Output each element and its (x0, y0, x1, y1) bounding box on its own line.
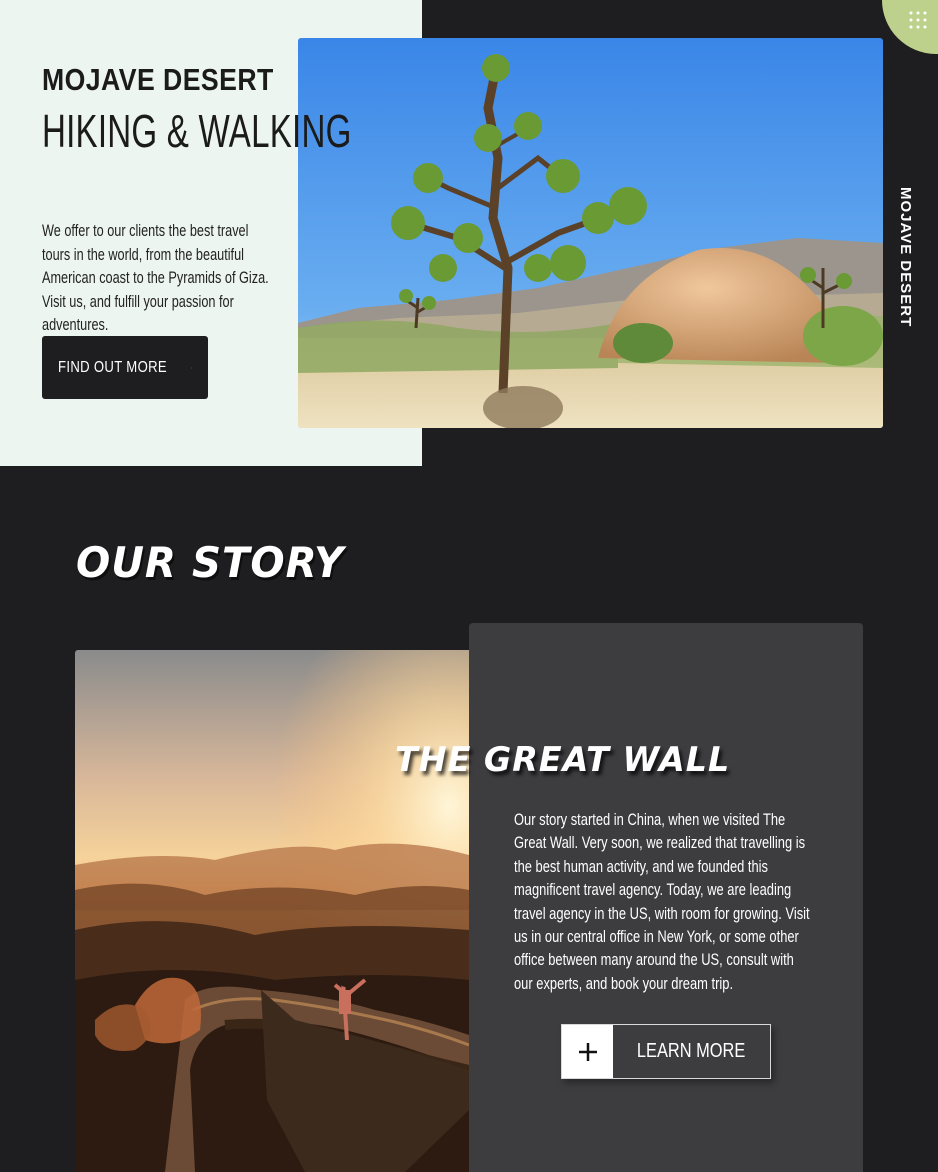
learn-more-text: LEARN MORE (637, 1040, 746, 1062)
plus-box (562, 1025, 613, 1078)
hero-title: MOJAVE DESERT (42, 62, 274, 97)
card-title: THE GREAT WALL (395, 740, 731, 780)
find-out-more-label: FIND OUT MORE (58, 358, 167, 376)
card-body: Our story started in China, when we visi… (514, 810, 810, 993)
hero-subtitle: HIKING & WALKING (42, 105, 352, 157)
story-heading: OUR STORY (76, 538, 345, 587)
find-out-more-button[interactable]: FIND OUT MORE (42, 336, 208, 399)
plus-icon (578, 1042, 597, 1061)
dots-grid-icon (909, 11, 927, 29)
joshua-tree-image (298, 38, 883, 428)
hero-description: We offer to our clients the best travel … (42, 222, 269, 334)
chevron-right-icon (191, 366, 192, 369)
great-wall-image (75, 650, 469, 1172)
learn-more-button[interactable]: LEARN MORE (561, 1024, 771, 1079)
learn-more-label: LEARN MORE (613, 1025, 770, 1078)
side-label: MOJAVE DESERT (897, 187, 914, 328)
menu-badge[interactable] (882, 0, 938, 54)
